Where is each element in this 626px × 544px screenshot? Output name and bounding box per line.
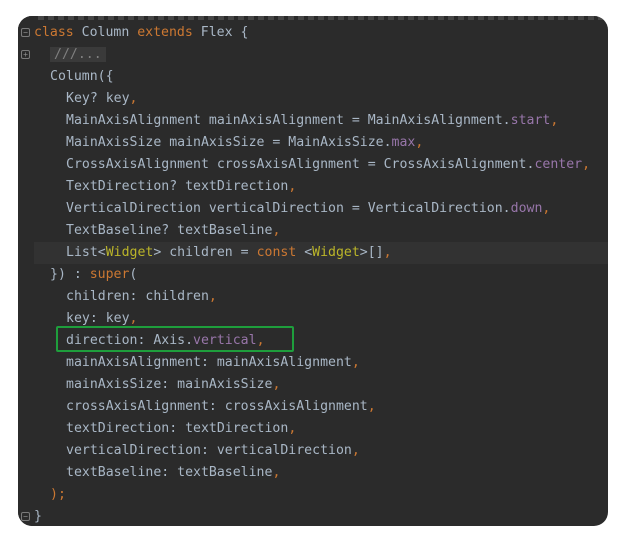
- code-token: ,: [351, 443, 360, 458]
- cut-off-line: [18, 16, 608, 20]
- code-token: mainAxisSize: mainAxisSize: [66, 377, 273, 392]
- code-token: TextDirection? textDirection: [66, 179, 289, 194]
- fold-collapse-icon[interactable]: −: [21, 28, 30, 37]
- code-token: TextBaseline? textBaseline: [66, 223, 273, 238]
- code-token: textDirection: textDirection: [66, 421, 289, 436]
- code-token: VerticalDirection verticalDirection = Ve…: [66, 201, 511, 216]
- fold-collapse-icon[interactable]: −: [21, 512, 30, 521]
- code-token: Widget: [312, 245, 360, 260]
- code-token: ,: [272, 465, 281, 480]
- code-line[interactable]: mainAxisAlignment: mainAxisAlignment,: [34, 352, 608, 374]
- code-token: (: [129, 267, 138, 282]
- code-line[interactable]: TextDirection? textDirection,: [34, 176, 608, 198]
- code-line[interactable]: }: [34, 506, 608, 526]
- code-token: > children =: [153, 245, 257, 260]
- code-token: key: key: [66, 311, 130, 326]
- code-token: ,: [288, 179, 297, 194]
- code-line[interactable]: Key? key,: [34, 88, 608, 110]
- code-token: Flex {: [200, 25, 249, 40]
- code-token: ,: [582, 157, 591, 172]
- code-editor[interactable]: − + − class Column extends Flex { ///... Col…: [18, 16, 608, 526]
- code-line[interactable]: ///...: [34, 44, 608, 66]
- code-line[interactable]: MainAxisSize mainAxisSize = MainAxisSize…: [34, 132, 608, 154]
- code-token: );: [50, 487, 66, 502]
- code-token: ,: [129, 311, 138, 326]
- code-token: mainAxisAlignment: mainAxisAlignment: [66, 355, 352, 370]
- code-line[interactable]: children: children,: [34, 286, 608, 308]
- code-token: ,: [351, 355, 360, 370]
- code-line[interactable]: class Column extends Flex {: [34, 22, 608, 44]
- code-line[interactable]: Column({: [34, 66, 608, 88]
- code-token: Key? key: [66, 91, 130, 106]
- code-line[interactable]: textDirection: textDirection,: [34, 418, 608, 440]
- code-token: children: children: [66, 289, 209, 304]
- code-token: ,: [367, 399, 376, 414]
- code-token: extends: [137, 25, 201, 40]
- code-line[interactable]: List<Widget> children = const <Widget>[]…: [34, 242, 608, 264]
- code-token: textBaseline: textBaseline: [66, 465, 273, 480]
- code-token: super: [89, 267, 130, 282]
- code-token: down: [510, 201, 543, 216]
- code-token: start: [510, 113, 551, 128]
- code-line[interactable]: textBaseline: textBaseline,: [34, 462, 608, 484]
- code-token: ,: [383, 245, 392, 260]
- code-line[interactable]: TextBaseline? textBaseline,: [34, 220, 608, 242]
- code-token: class: [34, 25, 82, 40]
- code-token: }: [34, 509, 42, 524]
- code-line[interactable]: );: [34, 484, 608, 506]
- code-token: crossAxisAlignment: crossAxisAlignment: [66, 399, 368, 414]
- code-token: ,: [129, 91, 138, 106]
- annotation-highlight-box: [56, 326, 294, 352]
- code-token: max: [391, 135, 416, 150]
- code-token: MainAxisSize mainAxisSize = MainAxisSize…: [66, 135, 392, 150]
- code-line[interactable]: MainAxisAlignment mainAxisAlignment = Ma…: [34, 110, 608, 132]
- code-token: verticalDirection: verticalDirection: [66, 443, 352, 458]
- fold-expand-icon[interactable]: +: [21, 50, 30, 59]
- code-token: <: [304, 245, 313, 260]
- code-token: const: [256, 245, 305, 260]
- code-token: ,: [272, 377, 281, 392]
- editor-gutter: − + −: [18, 16, 34, 526]
- code-token: Column: [81, 25, 138, 40]
- code-token: MainAxisAlignment mainAxisAlignment = Ma…: [66, 113, 511, 128]
- code-token: ///...: [50, 47, 106, 62]
- code-line[interactable]: }) : super(: [34, 264, 608, 286]
- code-token: ,: [542, 201, 551, 216]
- code-token: ,: [550, 113, 559, 128]
- code-token: ,: [415, 135, 424, 150]
- code-token: center: [534, 157, 583, 172]
- code-line[interactable]: crossAxisAlignment: crossAxisAlignment,: [34, 396, 608, 418]
- code-token: List<: [66, 245, 106, 260]
- code-line[interactable]: verticalDirection: verticalDirection,: [34, 440, 608, 462]
- code-line[interactable]: mainAxisSize: mainAxisSize,: [34, 374, 608, 396]
- code-token: }) :: [50, 267, 90, 282]
- code-token: CrossAxisAlignment crossAxisAlignment = …: [66, 157, 535, 172]
- code-token: ,: [288, 421, 297, 436]
- code-line[interactable]: CrossAxisAlignment crossAxisAlignment = …: [34, 154, 608, 176]
- code-token: Column({: [50, 69, 114, 84]
- code-token: Widget: [105, 245, 154, 260]
- code-token: ,: [208, 289, 217, 304]
- code-token: >[]: [359, 245, 384, 260]
- code-line[interactable]: VerticalDirection verticalDirection = Ve…: [34, 198, 608, 220]
- code-token: ,: [272, 223, 281, 238]
